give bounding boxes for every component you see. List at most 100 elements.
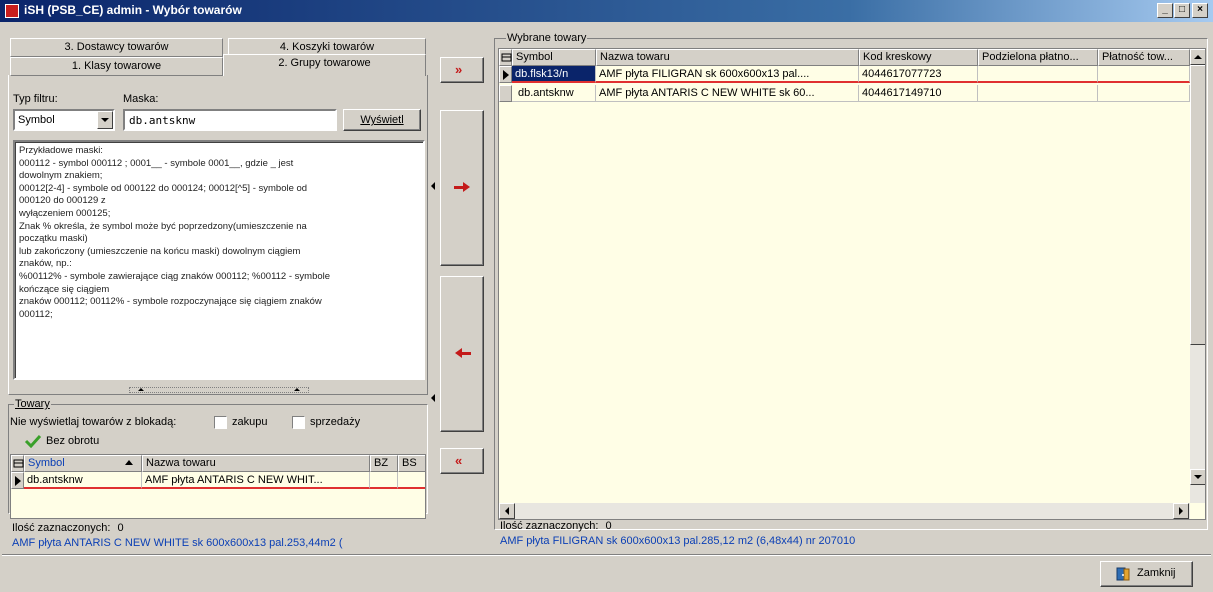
col-header-bs[interactable]: BS: [398, 455, 425, 472]
table-row-symbol[interactable]: db.flsk13/n: [512, 66, 596, 83]
table-row-nazwa[interactable]: AMF płyta ANTARIS C NEW WHITE sk 60...: [596, 85, 859, 102]
col-header-bz[interactable]: BZ: [370, 455, 398, 472]
towary-status-line: AMF płyta ANTARIS C NEW WHITE sk 600x600…: [12, 537, 343, 549]
table-row-bz[interactable]: [370, 472, 398, 489]
help-line: kończące się ciągiem: [19, 283, 110, 295]
scroll-right-button[interactable]: [1173, 503, 1189, 519]
help-line: %00112% - symbole zawierające ciąg znakó…: [19, 270, 331, 282]
help-line: 000120 do 000129 z: [19, 195, 106, 207]
mask-value: db.antsknw: [129, 114, 196, 127]
table-row-bs[interactable]: [398, 472, 425, 489]
blokada-label: Nie wyświetlaj towarów z blokadą:: [10, 416, 177, 428]
tab-klasy[interactable]: 1. Klasy towarowe: [10, 57, 223, 76]
towary-group-label-text: Towary: [15, 398, 50, 410]
close-window-button[interactable]: ×: [1192, 3, 1208, 18]
minimize-button[interactable]: _: [1157, 3, 1173, 18]
table-row-podzielona[interactable]: [978, 66, 1098, 83]
help-line: Znak % określa, że symbol może być poprz…: [19, 220, 307, 232]
col-header-platnosc[interactable]: Płatność tow...: [1098, 49, 1190, 66]
tab-page-grupy: Typ filtru: Maska: Symbol db.antsknw Wyś…: [8, 75, 428, 395]
remove-all-button[interactable]: «: [440, 448, 484, 474]
table-row-kod[interactable]: 4044617149710: [859, 85, 978, 102]
bottom-separator: [2, 554, 1211, 556]
chevron-down-icon[interactable]: [97, 111, 113, 129]
row-indicator[interactable]: [499, 66, 512, 83]
vertical-scrollbar[interactable]: [1190, 49, 1205, 503]
scroll-left-button[interactable]: [499, 503, 515, 519]
table-row-kod[interactable]: 4044617077723: [859, 66, 978, 83]
help-line: dowolnym znakiem;: [19, 170, 103, 182]
col-header-platnosc-label: Płatność tow...: [1102, 51, 1173, 63]
selected-group-label: Wybrane towary: [506, 32, 588, 44]
mask-label: Maska:: [123, 93, 159, 105]
table-row-symbol[interactable]: db.antsknw: [512, 85, 596, 102]
tab-dostawcy[interactable]: 3. Dostawcy towarów: [10, 38, 223, 57]
title-bar[interactable]: iSH (PSB_CE) admin - Wybór towarów _ □ ×: [0, 0, 1213, 22]
window-title: iSH (PSB_CE) admin - Wybór towarów: [24, 3, 242, 17]
help-line: Przykładowe maski:: [19, 145, 103, 156]
scroll-up-button[interactable]: [1190, 49, 1205, 65]
col-header-nazwa-label: Nazwa towaru: [146, 457, 216, 469]
row-indicator[interactable]: [11, 472, 24, 489]
bez-obrotu-label: Bez obrotu: [46, 435, 100, 447]
col-header-nazwa[interactable]: Nazwa towaru: [142, 455, 370, 472]
col-header-symbol[interactable]: Symbol: [24, 455, 142, 472]
exit-door-icon: [1116, 567, 1130, 581]
help-line: znaków, np.:: [19, 258, 72, 270]
grid-corner-icon: [499, 49, 512, 66]
left-panel: 3. Dostawcy towarów 4. Koszyki towarów 1…: [6, 26, 430, 566]
scroll-down-button[interactable]: [1190, 469, 1205, 485]
col-header-symbol[interactable]: Symbol: [512, 49, 596, 66]
main-window: iSH (PSB_CE) admin - Wybór towarów _ □ ×…: [0, 0, 1213, 592]
towary-count-text: Ilość zaznaczonych:: [12, 522, 111, 534]
transfer-buttons: » «: [440, 30, 490, 566]
help-line: początku maski): [19, 233, 88, 245]
add-all-button[interactable]: »: [440, 57, 484, 83]
collapse-left-icon[interactable]: [431, 394, 435, 402]
towary-grid[interactable]: Symbol Nazwa towaru BZ BS db.antsknw AMF…: [10, 454, 426, 519]
col-header-podzielona[interactable]: Podzielona płatno...: [978, 49, 1098, 66]
selected-count-label: Ilość zaznaczonych: 0: [500, 520, 612, 532]
help-line: 000112;: [19, 308, 53, 320]
table-row-nazwa[interactable]: AMF płyta ANTARIS C NEW WHIT...: [142, 472, 370, 489]
filter-type-value: Symbol: [18, 114, 55, 126]
table-row-platnosc[interactable]: [1098, 85, 1190, 102]
tab-klasy-label: 1. Klasy towarowe: [71, 60, 162, 72]
help-line: znaków 000112; 00112% - symbole rozpoczy…: [19, 296, 322, 308]
selected-grid[interactable]: Symbol Nazwa towaru Kod kreskowy Podziel…: [498, 48, 1206, 520]
help-line: 000112 - symbol 000112 ; 0001__ - symbol…: [19, 157, 294, 169]
col-header-symbol-label: Symbol: [516, 51, 553, 63]
mask-input[interactable]: db.antsknw: [123, 109, 337, 131]
tab-dostawcy-label: 3. Dostawcy towarów: [64, 41, 169, 53]
filter-type-label: Typ filtru:: [13, 93, 58, 105]
help-memo[interactable]: Przykładowe maski: 000112 - symbol 00011…: [13, 140, 425, 380]
zakupu-checkbox[interactable]: [214, 416, 227, 429]
maximize-button[interactable]: □: [1174, 3, 1190, 18]
table-row-podzielona[interactable]: [978, 85, 1098, 102]
col-header-kod[interactable]: Kod kreskowy: [859, 49, 978, 66]
col-header-nazwa[interactable]: Nazwa towaru: [596, 49, 859, 66]
tab-grupy-label: 2. Grupy towarowe: [278, 57, 371, 69]
tab-grupy[interactable]: 2. Grupy towarowe: [223, 54, 426, 76]
remove-one-button[interactable]: [440, 276, 484, 432]
add-one-button[interactable]: [440, 110, 484, 266]
selected-count-value: 0: [605, 520, 612, 532]
splitter-handle[interactable]: [129, 387, 309, 393]
selected-status-line: AMF płyta FILIGRAN sk 600x600x13 pal.285…: [500, 535, 856, 547]
collapse-left-icon[interactable]: [431, 182, 435, 190]
checkmark-icon[interactable]: [24, 434, 42, 449]
row-indicator[interactable]: [499, 85, 512, 102]
filter-type-select[interactable]: Symbol: [13, 109, 115, 131]
scroll-thumb[interactable]: [1190, 65, 1205, 345]
towary-count-value: 0: [117, 522, 124, 534]
double-arrow-right-icon: »: [455, 62, 463, 77]
table-row-platnosc[interactable]: [1098, 66, 1190, 83]
towary-count-label: Ilość zaznaczonych: 0: [12, 522, 124, 534]
show-button[interactable]: Wyświetl: [343, 109, 421, 131]
horizontal-scrollbar[interactable]: [499, 503, 1190, 519]
close-button[interactable]: Zamknij: [1100, 561, 1193, 587]
col-header-nazwa-label: Nazwa towaru: [600, 51, 670, 63]
table-row-symbol[interactable]: db.antsknw: [24, 472, 142, 489]
table-row-nazwa[interactable]: AMF płyta FILIGRAN sk 600x600x13 pal....: [596, 66, 859, 83]
sprzedazy-checkbox[interactable]: [292, 416, 305, 429]
